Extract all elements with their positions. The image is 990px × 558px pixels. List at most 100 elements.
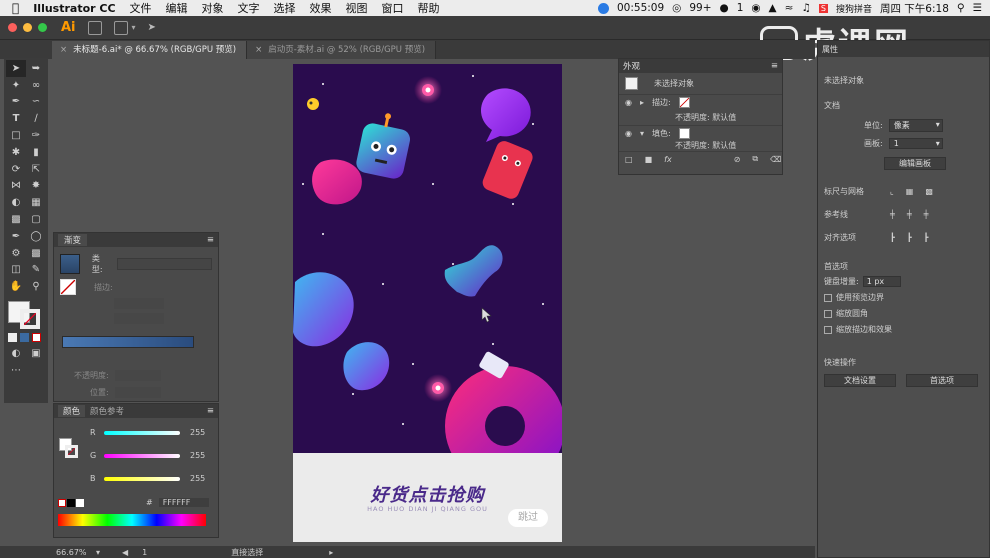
g-slider[interactable] [104,453,180,458]
tab-document-active[interactable] [0,41,52,59]
menu-select[interactable]: 选择 [267,0,303,16]
b-value[interactable]: 255 [190,474,205,483]
artboard-select[interactable]: 1 ▾ [888,138,943,149]
close-tab-icon[interactable]: × [255,45,262,55]
tab-startup-assets[interactable]: × 启动页-素材.ai @ 52% (RGB/GPU 预览) [247,41,437,59]
paintbrush-icon[interactable]: ✑ [26,127,46,144]
status-arrow-icon[interactable]: ▸ [329,548,333,557]
bridge-icon[interactable] [87,20,102,35]
snap-point-icon[interactable]: ┣ [890,233,895,242]
blend-tool-icon[interactable]: ◯ [26,228,46,245]
fill-opacity-text[interactable]: 不透明度: 默认值 [675,141,736,149]
slice-tool-icon[interactable]: ✎ [26,262,46,279]
hand-tool-icon[interactable]: ✋ [6,278,26,295]
scale-tool-icon[interactable]: ⇱ [26,161,46,178]
stroke-opacity-text[interactable]: 不透明度: 默认值 [675,112,736,123]
gradient-mode-icon[interactable] [20,332,29,342]
skip-button[interactable]: 跳过 [508,509,548,527]
search-icon[interactable]: ⚲ [957,2,965,14]
transparency-grid-icon[interactable]: ▩ [925,187,933,196]
datetime[interactable]: 周四 下午6:18 [880,1,949,16]
input-method-icon[interactable]: S [818,3,828,13]
width-tool-icon[interactable]: ⋈ [6,178,26,195]
units-select[interactable]: 像素 ▾ [888,119,943,132]
guides-icon[interactable]: ╪ [890,210,895,219]
pen-tool-icon[interactable]: ✒ [6,94,26,111]
chevron-down-icon[interactable]: ▾ [132,23,136,32]
checkbox-scale-corners[interactable] [824,309,832,318]
stroke-color-box[interactable] [20,309,40,330]
line-tool-icon[interactable]: ∕ [26,110,46,127]
mesh-tool-icon[interactable]: ▩ [6,211,26,228]
artboard-tool-icon[interactable]: ◫ [6,262,26,279]
menu-type[interactable]: 文字 [231,0,267,16]
add-stroke-icon[interactable]: □ [625,155,633,164]
snap-pixel-icon[interactable]: ┣ [907,233,912,242]
none-mode-icon[interactable] [32,332,41,342]
gradient-tab[interactable]: 渐变 [58,234,88,246]
apple-menu-icon[interactable]:  [0,1,26,15]
cta-title[interactable]: 好货点击抢购 [293,481,562,507]
shaper-tool-icon[interactable]: ✱ [6,144,26,161]
lasso-icon[interactable]: ∞ [26,77,46,94]
wechat-icon[interactable]: ◎ [672,2,681,14]
symbol-sprayer-icon[interactable]: ⚙ [6,245,26,262]
edit-toolbar-icon[interactable]: ⋯ [6,362,26,379]
panel-menu-icon[interactable]: ≡ [207,406,214,416]
menu-effect[interactable]: 效果 [303,0,339,16]
screen-mode-icon[interactable]: ▣ [26,346,46,363]
color-mode-icons[interactable] [6,329,46,346]
location-icon[interactable]: ▲ [769,2,777,14]
selection-tool-icon[interactable]: ➤ [6,60,26,77]
menu-app-name[interactable]: Illustrator CC [26,2,122,15]
fx-icon[interactable]: fx [664,155,672,164]
gradient-type-select[interactable] [116,258,213,270]
send-icon[interactable]: ➤ [148,22,156,33]
tab-color[interactable]: 颜色 [58,405,86,417]
zoom-tool-icon[interactable]: ⚲ [26,278,46,295]
checkbox-preview-bounds[interactable] [824,293,832,302]
color-mode-icon[interactable] [8,332,17,342]
color-spectrum[interactable] [58,514,206,526]
menu-file[interactable]: 文件 [123,0,159,16]
prev-artboard-icon[interactable]: ◀ [122,548,128,557]
clear-icon[interactable]: ⊘ [734,155,741,164]
gradient-aspect-field[interactable] [114,313,164,324]
volume-icon[interactable]: ♫ [801,2,810,14]
column-graph-icon[interactable]: ▩ [26,245,46,262]
stroke-none-swatch[interactable] [678,97,690,108]
stroke-color-box[interactable] [65,445,78,458]
ruler-icon[interactable]: ⌞ [890,187,894,196]
artboard-number[interactable]: 1 [142,548,147,557]
b-slider[interactable] [104,476,180,481]
visibility-eye-icon[interactable]: ◉ [625,98,632,107]
draw-mode-icon[interactable]: ◐ [6,346,26,363]
puppet-warp-icon[interactable]: ✸ [26,178,46,195]
snap-glyph-icon[interactable]: ┣ [924,233,929,242]
appearance-tab[interactable]: 外观 [623,60,640,72]
none-swatch[interactable] [58,498,66,507]
checkbox-scale-strokes[interactable] [824,325,832,334]
curvature-tool-icon[interactable]: ∽ [26,94,46,111]
menu-view[interactable]: 视图 [339,0,375,16]
properties-tab[interactable]: 属性 [822,44,838,55]
fill-swatch[interactable] [678,128,690,139]
artboard[interactable]: 好货点击抢购 HAO HUO DIAN JI QIANG GOU 跳过 [293,64,562,542]
black-swatch[interactable] [67,498,75,507]
tab-color-guide[interactable]: 颜色参考 [85,405,129,417]
close-tab-icon[interactable]: × [60,45,67,55]
qq-icon[interactable]: ● [720,2,729,14]
duplicate-icon[interactable]: ⧉ [752,154,758,164]
smart-guides-icon[interactable]: ╪ [924,210,929,219]
position-field[interactable] [114,387,161,398]
opacity-field[interactable] [114,370,161,381]
preferences-button[interactable]: 首选项 [906,374,978,387]
document-setup-button[interactable]: 文档设置 [824,374,896,387]
expand-chevron-icon[interactable]: ▸ [640,98,644,107]
tab-untitled-6[interactable]: × 未标题-6.ai* @ 66.67% (RGB/GPU 预览) [52,41,248,59]
panel-menu-icon[interactable]: ≡ [207,235,214,245]
keyboard-increment-input[interactable]: 1 px [862,276,901,287]
chevron-down-icon[interactable]: ▾ [96,548,100,557]
weibo-icon[interactable]: ◉ [751,2,760,14]
close-window-button[interactable] [8,23,17,32]
